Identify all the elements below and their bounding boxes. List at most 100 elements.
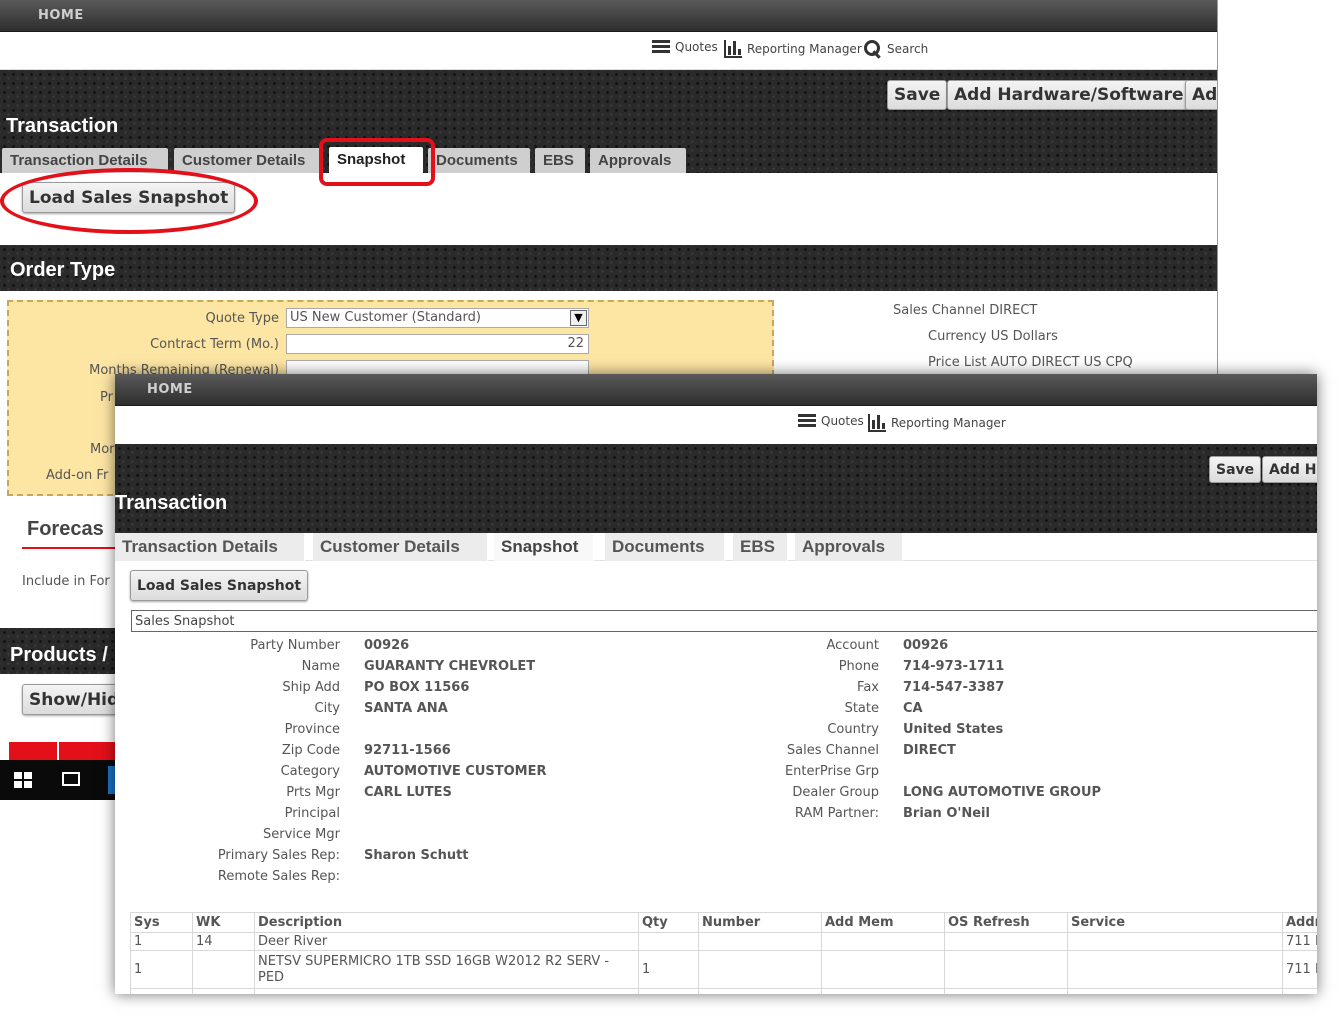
- table-header-cell[interactable]: Qty: [638, 912, 699, 933]
- field-value: LONG AUTOMOTIVE GROUP: [903, 785, 1102, 800]
- add-hardware-button[interactable]: Add Ha: [1262, 456, 1317, 483]
- tab-approvals[interactable]: Approvals: [795, 533, 903, 561]
- add-more-button[interactable]: Ad: [1185, 80, 1217, 110]
- tab-documents[interactable]: Documents: [428, 148, 530, 173]
- table-cell: Deer River: [254, 932, 639, 951]
- front-window: HOME Quotes Reporting Manager Save Add H…: [115, 374, 1317, 994]
- tab-ebs[interactable]: EBS: [733, 533, 788, 561]
- tab-customer-details[interactable]: Customer Details: [313, 533, 488, 561]
- table-cell: NETSV SUPERMICRO 1TB SSD 16GB W2012 R2 S…: [254, 950, 639, 989]
- tab-approvals[interactable]: Approvals: [590, 148, 686, 173]
- field-label: Primary Sales Rep:: [217, 848, 340, 863]
- home-link[interactable]: HOME: [147, 382, 193, 397]
- table-row: 114Deer River 711 E: [130, 932, 1317, 951]
- nav-reporting[interactable]: Reporting Manager: [724, 40, 862, 58]
- nav-reporting-label: Reporting Manager: [747, 42, 862, 56]
- table-header-cell[interactable]: Number: [698, 912, 822, 933]
- nav-reporting[interactable]: Reporting Manager: [868, 414, 1006, 432]
- table-header-cell[interactable]: Description: [254, 912, 639, 933]
- snapshot-right-fields: Account 00926 Phone 714-973-1711 Fax 714-547-…: [115, 638, 1317, 838]
- quote-type-select[interactable]: US New Customer (Standard) ▼: [286, 308, 589, 328]
- field-value: 714-547-3387: [903, 680, 1005, 695]
- table-row: 1 NETSV SUPERMICRO 1TB SSD 16GB W2012 R2 …: [130, 950, 1317, 989]
- field-value: DIRECT: [903, 743, 956, 758]
- task-view-icon[interactable]: [62, 772, 80, 786]
- home-link[interactable]: HOME: [38, 8, 84, 23]
- table-cell: [944, 988, 1068, 994]
- table-cell: 1: [638, 950, 699, 989]
- table-cell: 711 E: [1282, 932, 1317, 951]
- windows-icon[interactable]: [14, 772, 32, 788]
- sales-snapshot-label: Sales Snapshot: [135, 614, 235, 629]
- nav-search-label: Search: [887, 42, 929, 56]
- table-cell: [944, 932, 1068, 951]
- table-cell: 711 E: [1282, 950, 1317, 989]
- field-label: Remote Sales Rep:: [217, 869, 340, 884]
- field-label: Fax: [857, 680, 879, 695]
- table-cell: [1067, 950, 1283, 989]
- partial-label-addon: Add-on Fr: [46, 468, 109, 483]
- table-header-cell[interactable]: Sys: [130, 912, 193, 933]
- currency-info: Currency US Dollars: [928, 329, 1058, 344]
- nav-quotes[interactable]: Quotes: [652, 40, 718, 54]
- table-cell: [698, 950, 822, 989]
- table-cell: [698, 932, 822, 951]
- tab-transaction-details[interactable]: Transaction Details: [115, 533, 305, 561]
- home-bar: HOME: [0, 0, 1217, 32]
- table-header-cell[interactable]: Service: [1067, 912, 1283, 933]
- table-cell: [192, 988, 255, 994]
- save-button[interactable]: Save: [1209, 456, 1262, 483]
- add-hardware-software-button[interactable]: Add Hardware/Software: [947, 80, 1191, 110]
- field-label: Phone: [838, 659, 879, 674]
- field-label: EnterPrise Grp: [784, 764, 879, 779]
- tab-documents[interactable]: Documents: [605, 533, 725, 561]
- field-label: RAM Partner:: [794, 806, 879, 821]
- tab-ebs[interactable]: EBS: [535, 148, 585, 173]
- table-cell: [1282, 988, 1317, 994]
- tab-snapshot[interactable]: Snapshot: [494, 533, 594, 561]
- contract-term-value: 22: [567, 336, 584, 351]
- field-label: Account: [826, 638, 880, 653]
- table-cell: [638, 932, 699, 951]
- table-cell: 14: [192, 932, 255, 951]
- table-cell: 1: [130, 950, 193, 989]
- load-sales-snapshot-button[interactable]: Load Sales Snapshot: [130, 570, 309, 601]
- field-label: Country: [827, 722, 879, 737]
- nav-search[interactable]: Search: [864, 40, 928, 58]
- table-header-cell[interactable]: Addr: [1282, 912, 1317, 933]
- table-cell: 1: [130, 932, 193, 951]
- field-value: 00926: [903, 638, 949, 653]
- home-bar: HOME: [115, 374, 1317, 406]
- table-cell: [130, 988, 193, 994]
- nav-quotes-label: Quotes: [821, 414, 864, 428]
- table-cell: [1067, 988, 1283, 994]
- order-type-title: Order Type: [10, 259, 116, 281]
- sales-channel-info: Sales Channel DIRECT: [893, 303, 1038, 318]
- table-header-cell[interactable]: Add Mem: [821, 912, 945, 933]
- contract-term-field[interactable]: 22: [286, 334, 589, 354]
- table-header-cell[interactable]: OS Refresh: [944, 912, 1068, 933]
- tab-customer-details[interactable]: Customer Details: [174, 148, 322, 173]
- search-icon: [864, 40, 882, 58]
- field-value: Brian O'Neil: [903, 806, 990, 821]
- table-header-cell[interactable]: WK: [192, 912, 255, 933]
- transaction-header: Save Add Ha Transaction: [115, 444, 1317, 533]
- field-value: 714-973-1711: [903, 659, 1005, 674]
- sales-snapshot-header: Sales Snapshot: [131, 610, 1317, 632]
- table-cell: [1067, 932, 1283, 951]
- table-cell: [698, 988, 822, 994]
- contract-term-label: Contract Term (Mo.): [150, 337, 279, 352]
- save-button[interactable]: Save: [887, 80, 948, 110]
- include-in-forecast-label: Include in For: [22, 574, 110, 589]
- table-cell: [638, 988, 699, 994]
- partial-label-pr: Pr: [100, 390, 113, 405]
- quote-type-value: US New Customer (Standard): [290, 310, 481, 325]
- bar-chart-icon: [868, 414, 886, 432]
- nav-bar: Quotes Reporting Manager: [115, 406, 1317, 444]
- field-value: United States: [903, 722, 1004, 737]
- products-title: Products /: [10, 644, 108, 666]
- quote-type-label: Quote Type: [205, 311, 279, 326]
- red-tile-2: [59, 742, 119, 762]
- nav-quotes[interactable]: Quotes: [798, 414, 864, 428]
- field-value: Sharon Schutt: [364, 848, 469, 863]
